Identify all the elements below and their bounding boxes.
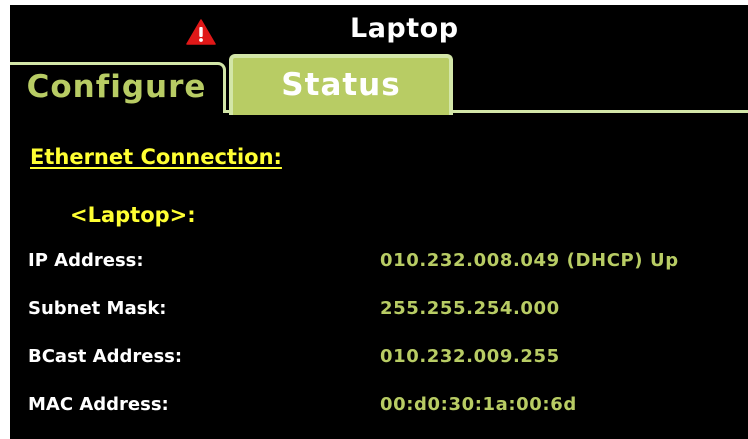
bcast-address-value: 010.232.009.255 — [380, 346, 560, 367]
window-title: Laptop — [350, 13, 459, 44]
mac-address-label: MAC Address: — [28, 394, 169, 415]
ip-address-label: IP Address: — [28, 250, 144, 271]
title-bar: Laptop — [10, 5, 748, 55]
mac-address-value: 00:d0:30:1a:00:6d — [380, 394, 577, 415]
ip-address-value: 010.232.008.049 (DHCP) Up — [380, 250, 679, 271]
warning-triangle-icon[interactable] — [186, 19, 216, 45]
subnet-mask-label: Subnet Mask: — [28, 298, 167, 319]
bcast-address-label: BCast Address: — [28, 346, 183, 367]
tab-configure[interactable]: Configure — [10, 62, 226, 113]
subnet-mask-value: 255.255.254.000 — [380, 298, 560, 319]
tab-status[interactable]: Status — [229, 54, 453, 115]
device-name-label: <Laptop>: — [70, 203, 196, 227]
device-screen: Laptop Configure Status Ethernet Connect… — [10, 5, 748, 439]
ethernet-connection-heading: Ethernet Connection: — [30, 145, 282, 169]
